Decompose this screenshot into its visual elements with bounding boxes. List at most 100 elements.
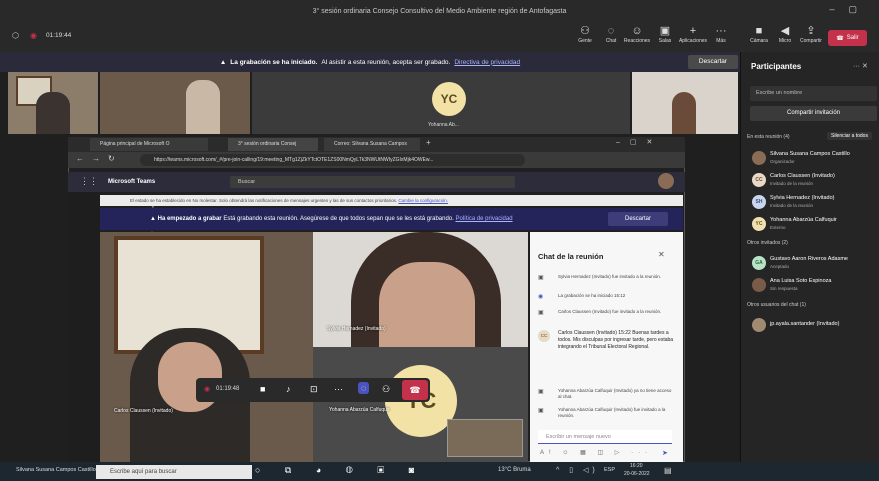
invited-section[interactable]: Otros invitados (2) [747,240,788,246]
participant-search-input[interactable]: Escribe un nombre [750,86,877,101]
record-icon: ◉ [538,294,544,300]
browser-tab[interactable]: Página principal de Microsoft O [90,138,208,151]
warning-icon: ▲ [219,58,227,66]
chat-event: ▣ Yohanna Abarzúa Calfuquir (Invitado) ya… [538,388,678,402]
privacy-link[interactable]: Directiva de privacidad [454,59,520,66]
person-add-icon: ▣ [538,389,544,395]
video-thumbnail[interactable] [632,72,738,134]
notification-icon[interactable]: ▤ [664,466,672,475]
call-controls: ◉ 01:19:48 ■ ♪ ⊡ ··· ◌ ⚇ [196,378,430,402]
more-icon[interactable]: ··· ✕ [853,62,868,70]
participant-role: Externo [770,225,786,230]
avatar: YC [432,82,466,116]
avatar [752,318,766,332]
chat-message-input[interactable]: Escribir un mensaje nuevo [538,430,672,444]
app-launcher-icon[interactable]: ⋮⋮ [80,176,98,187]
window-controls[interactable]: –▢✕ [616,138,662,146]
hang-up-button[interactable]: ☎ [402,380,428,400]
chat-users-section[interactable]: Otros usuarios del chat (1) [747,302,806,308]
avatar[interactable] [658,173,674,189]
warning-icon: ▲ [150,216,158,222]
share-button[interactable]: ⇪ Compartir [796,24,826,44]
camera-icon[interactable]: ■ [260,384,265,394]
avatar-cc-icon: CC [538,330,550,342]
share-icon: ⇪ [806,25,816,37]
reactions-label: Reacciones [623,38,651,44]
video-thumbnail[interactable] [100,72,250,134]
nav-arrows-icon[interactable]: ←→↻ [76,154,123,163]
participant-name: Sylvia Hernadez (Invitado) [770,195,835,201]
recording-text: Está grabando esta reunión. Asegúrese de… [223,216,454,222]
participant-row[interactable]: YC Yohanna Abarzúa Calfuquir Externo [752,215,877,235]
participant-row[interactable]: CC Carlos Claussen (Invitado) Invitado d… [752,171,877,191]
call-timer: 01:19:48 [216,386,240,392]
dismiss-recording-button[interactable]: Descartar [688,55,738,69]
participants-title: Participantes [751,62,802,71]
main-video-tile[interactable]: Carlos Claussen (Invitado) [100,232,313,462]
share-invite-button[interactable]: Compartir invitación [750,106,877,121]
participant-row[interactable]: Silvana Susana Campos Castillo Organizad… [752,149,877,169]
clock-time[interactable]: 16:20 [630,463,643,469]
teams-search-input[interactable]: Buscar [230,176,515,188]
chat-event: ▣ Sylvia Hernadez (Invitado) fue invitado… [538,274,678,288]
browser-tab-active[interactable]: 3° sesión ordinaria Consej [228,138,318,151]
record-indicator-icon: ◉ [30,31,37,40]
self-view-thumbnail[interactable] [447,419,523,457]
chat-format-toolbar[interactable]: A! ☺ ▦ ◫ ▷ ··· [540,449,652,456]
clock-date[interactable]: 20-06-2022 [624,471,650,477]
video-tile[interactable]: Sylvia Hernadez (Invitado) [313,232,528,347]
participant-name: Carlos Claussen (Invitado) [770,173,835,179]
chat-toggle-icon[interactable]: ◌ [358,382,370,394]
url-bar[interactable]: https://teams.microsoft.com/_#/pre-join-… [140,154,525,166]
dnd-text: El estado se ha establecido en No molest… [130,198,398,203]
more-icon[interactable]: ··· [334,384,343,394]
leave-button[interactable]: ☎ Salir [828,30,867,46]
avatar: YC [752,217,766,231]
mic-icon[interactable]: ♪ [286,384,291,394]
language-indicator[interactable]: ESP [604,467,615,473]
video-tile[interactable]: YC Yohanna Abarzúa Calfuquir [313,347,528,462]
participant-row[interactable]: Ana Luisa Soto Espinoza Sin respuesta [752,276,877,296]
people-icon[interactable]: ⚇ [382,384,390,395]
avatar: SH [752,195,766,209]
browser-tab[interactable]: Correo: Silvana Susana Campos [324,138,420,151]
close-icon[interactable]: ✕ [658,250,665,259]
participant-row[interactable]: jp.ayala.santander (Invitado) [752,316,877,336]
chat-title: Chat de la reunión [538,252,604,261]
weather-status[interactable]: 13°C Bruma [498,467,531,473]
chat-event-text: Sylvia Hernadez (Invitado) fue invitado … [558,274,662,279]
participant-row[interactable]: SH Sylvia Hernadez (Invitado) Invitado d… [752,193,877,213]
avatar: GA [752,256,766,270]
person-add-icon: ▣ [538,275,544,281]
mute-all-button[interactable]: Silenciar a todos [827,132,872,140]
avatar: CC [752,173,766,187]
leave-label: Salir [846,35,859,41]
system-tray-icons[interactable]: ^ ▯ ◁) [556,466,599,474]
privacy-policy-link[interactable]: Política de privacidad [456,216,513,222]
dnd-settings-link[interactable]: Cambie la configuración. [398,198,448,203]
app-name: Microsoft Teams [108,179,156,185]
participant-name: Ana Luisa Soto Espinoza [770,278,832,284]
dismiss-button[interactable]: Descartar [608,212,668,226]
rooms-button[interactable]: ▣ Salas [650,24,680,44]
face [379,262,475,347]
browser-tab-bar: Página principal de Microsoft O 3° sesió… [68,137,685,152]
send-icon[interactable]: ➤ [662,449,668,457]
video-thumbnail[interactable]: YC Yohanna Ab... [252,72,630,134]
apps-button[interactable]: + Aplicaciones [678,24,708,44]
taskbar-apps-icon[interactable]: ○ ⧉ ◕ ◍ ▣ ◙ [255,465,425,476]
teams-left-rail: ◔ ◌ ⚇ ▦ ☏ ▭ ⊞ ? [68,192,158,462]
taskbar-search-input[interactable]: Escribe aquí para buscar [96,465,252,479]
meeting-timer: 01:19:44 [46,32,72,39]
new-tab-button[interactable]: + [426,138,431,147]
video-thumbnail[interactable] [8,72,98,134]
more-button[interactable]: ··· Más [706,24,736,44]
window-controls[interactable]: –▢ [829,4,871,15]
participant-row[interactable]: GA Gustavo Aaron Riveros Adasme Aceptado [752,254,877,274]
reactions-button[interactable]: ☺ Reacciones [622,24,652,44]
participant-name: Gustavo Aaron Riveros Adasme [770,256,848,262]
share-screen-icon[interactable]: ⊡ [310,384,318,395]
in-meeting-section[interactable]: En esta reunión (4) [747,134,790,140]
person-silhouette [36,92,70,134]
shield-icon: ⬡ [12,31,19,40]
